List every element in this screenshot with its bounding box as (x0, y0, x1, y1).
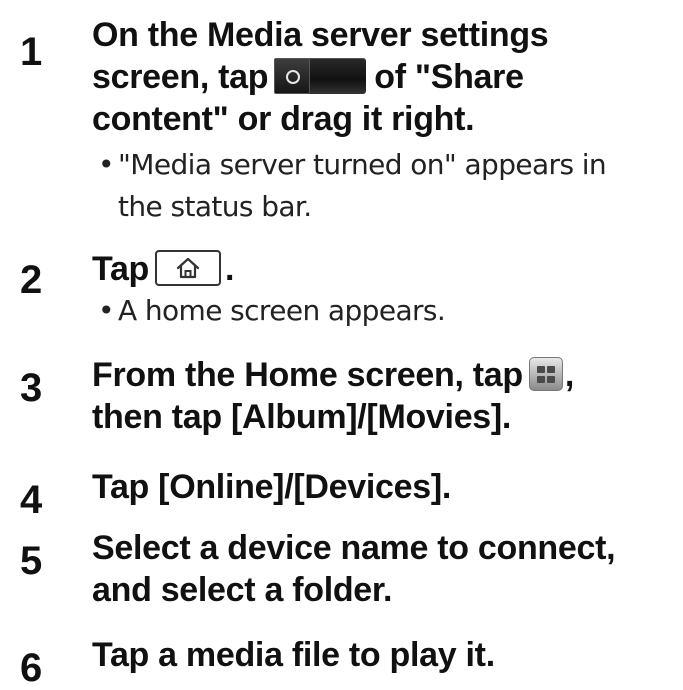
step-body: Tap [Online]/[Devices]. (92, 466, 672, 508)
step-body: On the Media server settings screen, tap… (92, 14, 652, 228)
step-title-text: Tap (92, 250, 150, 288)
step-title-text: From the Home screen, tap (92, 356, 523, 394)
step-title: Select a device name to connect, and sel… (92, 529, 616, 609)
instruction-page: 1 On the Media server settings screen, t… (0, 0, 683, 688)
step-note-text: A home screen appears. (118, 294, 446, 327)
step-body: From the Home screen, tap, then tap [Alb… (92, 354, 647, 438)
step-note: • "Media server turned on" appears in th… (92, 144, 652, 228)
step-title: Tap [Online]/[Devices]. (92, 468, 451, 506)
step-title: Tap. (92, 248, 672, 290)
step-number: 1 (20, 30, 43, 74)
step-title-text: . (225, 250, 235, 288)
step-number: 2 (20, 258, 43, 302)
step-number: 3 (20, 366, 43, 410)
bullet: • (98, 294, 115, 327)
step-note-text: "Media server turned on" appears in the … (118, 148, 607, 223)
bullet: • (98, 148, 115, 181)
step-number: 4 (20, 478, 43, 522)
toggle-switch-icon (274, 58, 367, 94)
apps-launcher-icon (528, 357, 563, 391)
home-key-icon (155, 250, 222, 286)
step-number: 5 (20, 539, 43, 583)
step-note: • A home screen appears. (92, 290, 672, 332)
step-number: 6 (20, 646, 43, 690)
step-title: Tap a media file to play it. (92, 636, 495, 674)
step-body: Tap a media file to play it. (92, 634, 672, 676)
toggle-knob (274, 58, 311, 94)
step-body: Select a device name to connect, and sel… (92, 527, 652, 611)
step-body: Tap. • A home screen appears. (92, 248, 672, 332)
step-title: From the Home screen, tap, then tap [Alb… (92, 354, 647, 438)
step-title: On the Media server settings screen, tap… (92, 14, 652, 140)
